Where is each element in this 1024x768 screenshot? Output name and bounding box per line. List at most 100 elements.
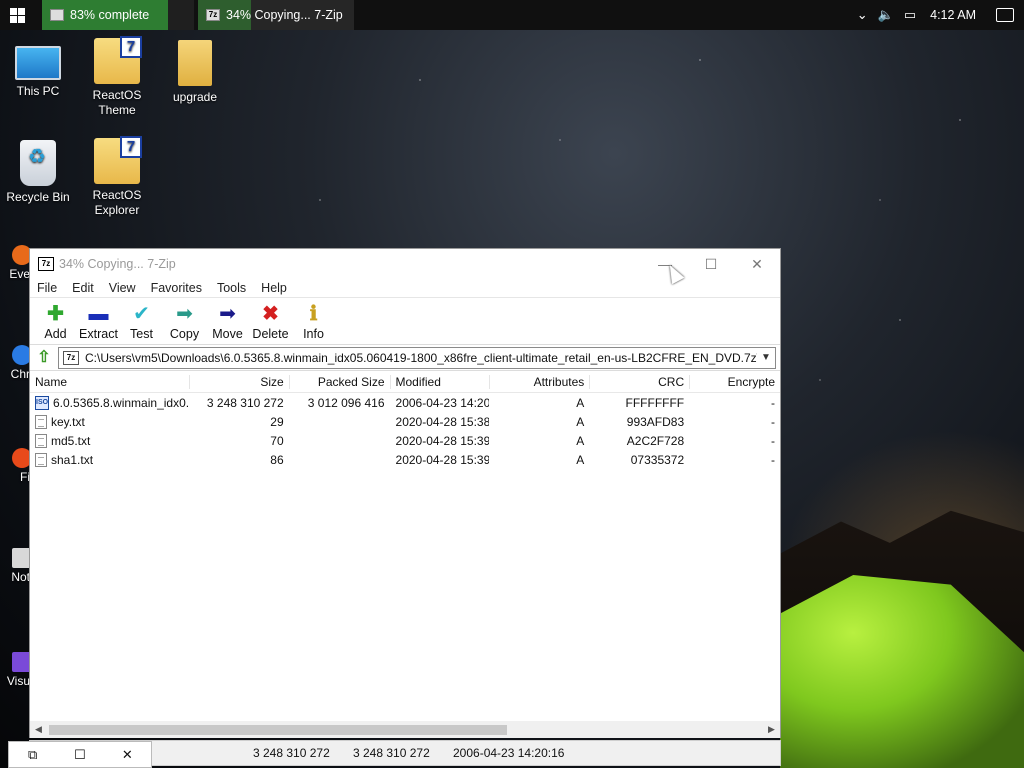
file-encrypted: - xyxy=(771,433,776,448)
file-crc: 993AFD83 xyxy=(626,414,685,429)
info-icon: ℹ xyxy=(309,303,318,325)
file-encrypted: - xyxy=(771,452,776,467)
text-file-icon xyxy=(35,433,47,448)
path-combobox[interactable]: 7z C:\Users\vm5\Downloads\6.0.5365.8.win… xyxy=(58,346,776,369)
minus-icon: ▬ xyxy=(88,303,109,325)
taskbar-item-7zip[interactable]: 7z 34% Copying... 7-Zip xyxy=(198,0,354,30)
table-row[interactable]: md5.txt 70 2020-04-28 15:39 A A2C2F728 - xyxy=(30,431,780,450)
desktop-icon-partial[interactable]: Visu xyxy=(0,652,30,688)
restore-icon[interactable]: ⧉ xyxy=(18,747,48,763)
test-button[interactable]: ✔ Test xyxy=(120,298,163,344)
delete-button[interactable]: ✖ Delete xyxy=(249,298,292,344)
file-size: 29 xyxy=(270,414,284,429)
file-modified: 2020-04-28 15:38 xyxy=(395,414,491,429)
file-encrypted: - xyxy=(771,395,776,410)
chevron-up-icon[interactable]: ⌄ xyxy=(857,7,868,23)
system-tray: ⌄ 🔈 ▭ 4:12 AM xyxy=(857,7,1024,23)
desktop-icon-reactos-explorer[interactable]: 7 ReactOS Explorer xyxy=(79,136,155,218)
taskbar-item-progress[interactable]: 83% complete xyxy=(42,0,194,30)
add-button[interactable]: ✚ Add xyxy=(34,298,77,344)
menu-bar: File Edit View Favorites Tools Help xyxy=(30,279,780,297)
file-packed-size: 3 012 096 416 xyxy=(307,395,385,410)
taskbar-item-label: 83% complete xyxy=(70,8,150,22)
file-name: 6.0.5365.8.winmain_idx0... xyxy=(53,395,190,410)
start-button[interactable] xyxy=(0,0,34,30)
text-file-icon xyxy=(35,452,47,467)
column-header-size[interactable]: Size xyxy=(190,374,290,389)
desktop-icon-recycle-bin[interactable]: Recycle Bin xyxy=(0,140,76,205)
arrow-right-icon: ➡ xyxy=(219,303,236,325)
horizontal-scrollbar[interactable]: ◀ ▶ xyxy=(30,721,780,738)
menu-file[interactable]: File xyxy=(34,279,63,297)
file-crc: 07335372 xyxy=(630,452,685,467)
arrow-right-icon: ➡ xyxy=(176,303,193,325)
file-crc: FFFFFFFF xyxy=(625,395,685,410)
scroll-left-icon[interactable]: ◀ xyxy=(30,724,47,735)
column-header-crc[interactable]: CRC xyxy=(590,374,691,389)
column-header-encrypted[interactable]: Encrypte xyxy=(690,375,780,389)
zip-folder-icon xyxy=(178,40,212,86)
address-bar: ⇧ 7z C:\Users\vm5\Downloads\6.0.5365.8.w… xyxy=(30,345,780,371)
7zip-icon: 7z xyxy=(38,257,54,271)
clock[interactable]: 4:12 AM xyxy=(930,8,976,22)
window-title: 34% Copying... 7-Zip xyxy=(59,257,176,271)
table-row[interactable]: sha1.txt 86 2020-04-28 15:39 A 07335372 … xyxy=(30,450,780,469)
column-header-modified[interactable]: Modified xyxy=(391,374,491,389)
close-button[interactable]: ✕ xyxy=(734,249,780,279)
chevron-down-icon[interactable]: ▼ xyxy=(757,352,775,363)
notification-icon[interactable] xyxy=(996,8,1014,22)
file-size: 70 xyxy=(270,433,284,448)
window-snap-controls: ⧉ ☐ ✕ xyxy=(8,741,152,768)
table-row[interactable]: key.txt 29 2020-04-28 15:38 A 993AFD83 - xyxy=(30,412,780,431)
desktop-icon-label: Recycle Bin xyxy=(6,190,70,204)
folder-icon: 7 xyxy=(94,136,142,184)
menu-favorites[interactable]: Favorites xyxy=(148,279,208,297)
text-file-icon xyxy=(35,414,47,429)
scroll-right-icon[interactable]: ▶ xyxy=(763,724,780,735)
file-list: Name Size Packed Size Modified Attribute… xyxy=(30,371,780,721)
check-icon: ✔ xyxy=(133,303,150,325)
move-button[interactable]: ➡ Move xyxy=(206,298,249,344)
desktop-icon-partial[interactable]: Chr xyxy=(0,345,30,381)
column-header-name[interactable]: Name xyxy=(30,374,190,389)
maximize-button[interactable]: ☐ xyxy=(688,249,734,279)
desktop-icon-upgrade[interactable]: upgrade xyxy=(157,40,233,105)
desktop-icon-partial[interactable]: Not xyxy=(0,548,30,584)
toolbar: ✚ Add ▬ Extract ✔ Test ➡ Copy ➡ Move ✖ D… xyxy=(30,297,780,345)
x-icon: ✖ xyxy=(262,303,279,325)
menu-tools[interactable]: Tools xyxy=(214,279,252,297)
volume-icon[interactable]: 🔈 xyxy=(878,7,894,23)
desktop-icon-partial[interactable]: Eve xyxy=(0,245,30,281)
file-modified: 2020-04-28 15:39 xyxy=(395,452,491,467)
desktop-icon-label: upgrade xyxy=(172,90,218,104)
menu-edit[interactable]: Edit xyxy=(69,279,100,297)
network-icon[interactable]: ▭ xyxy=(904,7,916,23)
taskbar: 83% complete 7z 34% Copying... 7-Zip ⌄ 🔈… xyxy=(0,0,1024,30)
scrollbar-thumb[interactable] xyxy=(49,725,507,735)
column-header-packed-size[interactable]: Packed Size xyxy=(290,374,391,389)
desktop-icon-partial[interactable]: Fi xyxy=(0,448,30,484)
menu-help[interactable]: Help xyxy=(258,279,293,297)
file-crc: A2C2F728 xyxy=(626,433,685,448)
file-name: sha1.txt xyxy=(51,452,94,467)
file-name: key.txt xyxy=(51,414,85,429)
file-attributes: A xyxy=(576,433,585,448)
column-header-attributes[interactable]: Attributes xyxy=(490,374,591,389)
folder-icon: 7 xyxy=(94,36,142,84)
copy-button[interactable]: ➡ Copy xyxy=(163,298,206,344)
recycle-bin-icon xyxy=(20,140,56,186)
extract-button[interactable]: ▬ Extract xyxy=(77,298,120,344)
archive-file-icon: ISO xyxy=(35,395,49,410)
file-attributes: A xyxy=(576,414,585,429)
info-button[interactable]: ℹ Info xyxy=(292,298,335,344)
close-icon[interactable]: ✕ xyxy=(112,747,142,763)
file-attributes: A xyxy=(576,452,585,467)
table-row[interactable]: ISO 6.0.5365.8.winmain_idx0... 3 248 310 … xyxy=(30,393,780,412)
path-text[interactable]: C:\Users\vm5\Downloads\6.0.5365.8.winmai… xyxy=(85,351,757,365)
desktop-icon-reactos-theme[interactable]: 7 ReactOS Theme xyxy=(79,36,155,118)
desktop-icon-this-pc[interactable]: This PC xyxy=(0,40,76,99)
maximize-icon[interactable]: ☐ xyxy=(65,747,95,763)
status-modified: 2006-04-23 14:20:16 xyxy=(453,746,565,760)
menu-view[interactable]: View xyxy=(106,279,142,297)
folder-up-button[interactable]: ⇧ xyxy=(34,348,54,368)
